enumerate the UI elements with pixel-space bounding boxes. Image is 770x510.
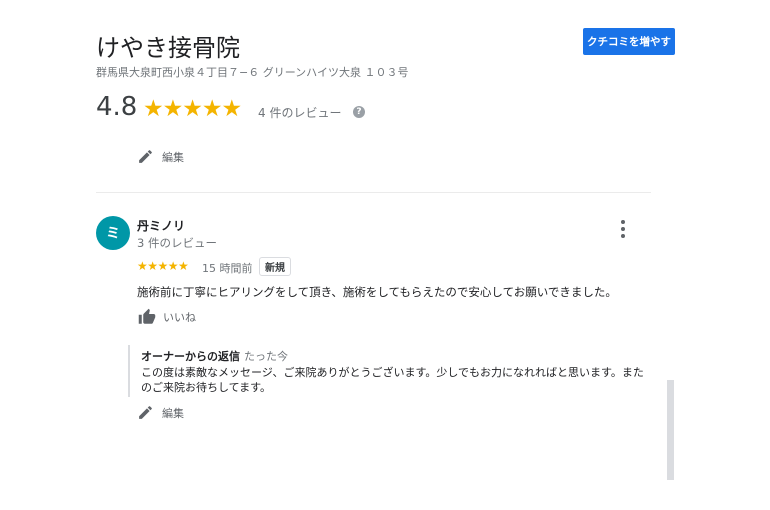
new-badge: 新規	[259, 257, 291, 276]
review-time: 15 時間前	[202, 262, 253, 275]
pencil-icon	[139, 406, 152, 419]
edit-label: 編集	[162, 150, 184, 164]
avatar[interactable]: ミ	[96, 216, 130, 250]
review-stars: ★★★★★	[137, 259, 189, 273]
business-name: けやき接骨院	[96, 34, 240, 62]
scrollbar[interactable]	[667, 380, 674, 480]
like-button[interactable]: いいね	[137, 308, 196, 326]
review-count[interactable]: 4 件のレビュー	[258, 104, 341, 121]
rating-stars: ★★★★★	[143, 96, 242, 122]
owner-reply-header: オーナーからの返信 たった今	[141, 348, 288, 364]
more-vert-icon[interactable]	[616, 220, 630, 238]
review-author-name[interactable]: 丹ミノリ	[137, 217, 185, 234]
business-address: 群馬県大泉町西小泉４丁目７−６ グリーンハイツ大泉 １０３号	[96, 66, 409, 79]
edit-reply-button[interactable]: 編集	[137, 404, 184, 421]
review-text: 施術前に丁寧にヒアリングをして頂き、施術をしてもらえたので安心してお願いできまし…	[137, 285, 617, 299]
divider	[96, 192, 651, 193]
help-icon[interactable]: ?	[353, 106, 365, 118]
get-more-reviews-button[interactable]: クチコミを増やす	[583, 28, 675, 55]
owner-reply-label: オーナーからの返信	[141, 350, 240, 363]
average-rating: 4.8	[96, 92, 138, 122]
owner-reply-text: この度は素敵なメッセージ、ご来院ありがとうございます。少しでもお力になれればと思…	[141, 366, 644, 394]
like-label: いいね	[163, 311, 196, 324]
author-review-count: 3 件のレビュー	[137, 236, 217, 250]
owner-reply-time: たった今	[244, 350, 288, 363]
edit-review-button[interactable]: 編集	[137, 148, 184, 165]
pencil-icon	[139, 150, 152, 163]
edit-label: 編集	[162, 406, 184, 420]
thumbs-up-icon	[138, 308, 156, 324]
